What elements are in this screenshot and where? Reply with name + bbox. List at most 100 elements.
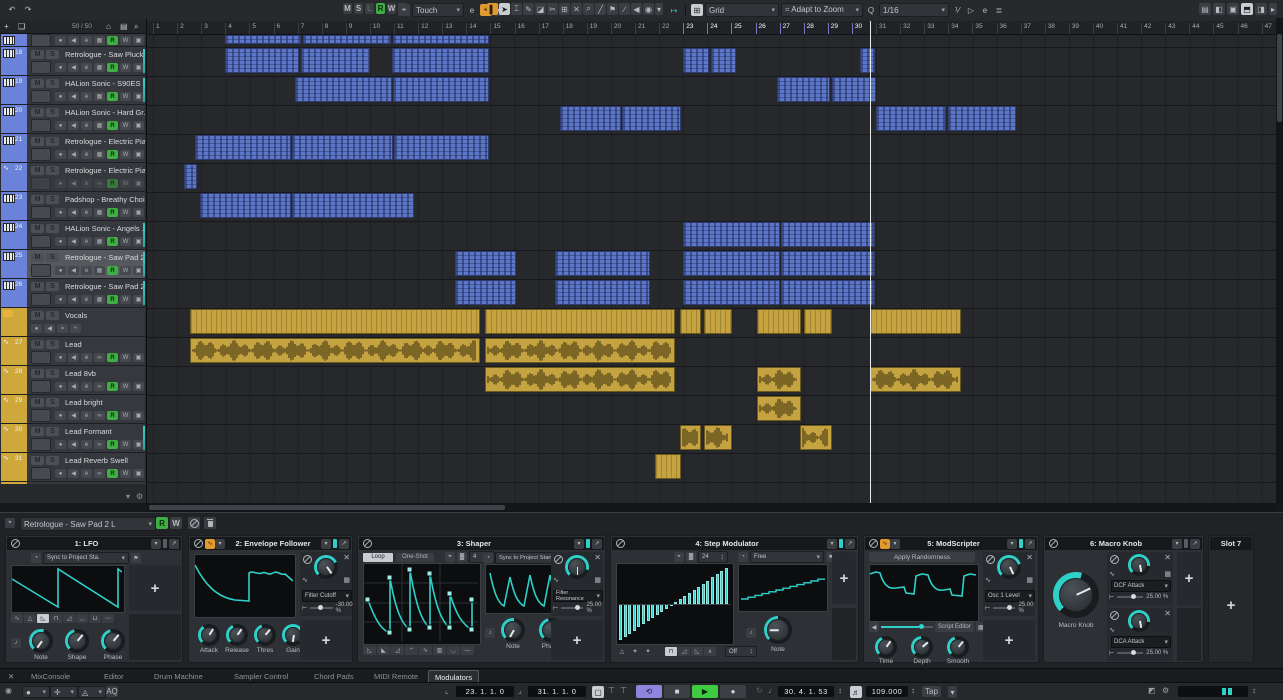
midi-clip[interactable] [777,77,830,102]
horizontal-scroll-thumb[interactable] [149,505,505,510]
shaper-shape-flat-button[interactable]: — [461,646,474,655]
mute-button[interactable]: M [31,282,44,291]
mk-dest1-curve-icon[interactable]: ∿ [1109,570,1115,578]
step-bar[interactable] [624,604,627,637]
midi-clip[interactable] [292,193,414,218]
folder-clip[interactable] [190,309,480,334]
ms-dest-meter-icon[interactable]: ▦ [1026,576,1033,584]
shaper-snap-icon[interactable]: ⌖ [445,552,455,562]
slot7-add-area[interactable]: + [1210,550,1252,661]
read-button[interactable]: R [107,353,118,362]
shaper-grid-icon[interactable]: ▓ [457,552,467,562]
combine-selection-tool-icon[interactable]: ▌ [487,3,498,15]
ef-attack-knob[interactable] [198,624,220,646]
mk-dest2-depth-slider[interactable]: ⊢25.00 % [1109,649,1168,657]
track-row-retrologue-saw-plucks-r[interactable]: 18MSRetrologue - Saw Plucks R●◀e▦RW▣ [1,47,145,76]
tempo-mode-arrow[interactable]: ▾ [948,686,957,698]
midi-clip[interactable] [195,135,291,160]
folder-clip[interactable] [704,309,732,334]
step-bar[interactable] [637,604,640,627]
read-button[interactable]: R [107,63,118,72]
read-button[interactable]: R [107,179,118,188]
macro-knob[interactable] [1053,572,1099,618]
shaper-shape-exp-button[interactable]: ◣ [377,646,390,655]
write-button[interactable]: W [120,440,131,449]
ms-dest-depth-knob[interactable] [997,555,1021,579]
stepmod-shape-tri-button[interactable]: ∧ [704,647,716,656]
modulator-menu-arrow[interactable]: ▾ [1007,539,1017,549]
record-enable-icon[interactable]: ● [55,36,66,45]
midi-clip[interactable] [622,106,681,131]
midi-clip[interactable] [683,48,709,73]
lfo-flag-icon[interactable]: ⚑ [131,553,141,563]
midi-clip[interactable] [393,77,489,102]
mute-button[interactable]: M [31,427,44,436]
midi-clip[interactable] [555,280,650,305]
monitor-icon[interactable]: ◀ [68,150,79,159]
punch-mode-select[interactable]: ✛▾ [50,686,78,698]
side-chain-arrow[interactable]: ▾ [215,539,225,549]
freeze-icon[interactable]: ▣ [133,469,144,478]
position-display[interactable]: 30. 4. 1. 53 [778,686,834,697]
ms-dest-curve-icon[interactable]: ∿ [985,576,991,584]
stepmod-snap-icon[interactable]: ⌖ [674,552,684,562]
shaper-shape-saw-button[interactable]: ◺ [363,646,376,655]
track-row-padshop-breathy-choir[interactable]: 23MSPadshop - Breathy Choir●◀e▦RW▣ [1,192,145,221]
edit-channel-icon[interactable]: e [81,92,92,101]
shaper-dest-bypass-icon[interactable] [554,555,563,564]
audio-clip[interactable] [680,425,701,450]
midi-clip[interactable] [394,135,489,160]
shaper-dest-meter-icon[interactable]: ▦ [594,576,601,584]
step-bar[interactable] [647,604,650,621]
read-button[interactable]: R [107,150,118,159]
lower-zone-tab-mixconsole[interactable]: MixConsole [25,670,76,682]
lfo-shape-pulse-button[interactable]: ⊔ [89,614,101,623]
left-zone-toggle-icon[interactable]: ◧ [1213,3,1225,15]
read-button[interactable]: R [107,208,118,217]
ef-dest-param-select[interactable]: Filter Cutoff▾ [302,590,352,602]
erase-tool-icon[interactable]: ◪ [535,3,546,15]
stepmod-bipolar-icon[interactable]: △ [616,647,628,656]
write-button[interactable]: W [120,411,131,420]
mk-dest2-bypass-icon[interactable] [1110,611,1119,620]
record-mode-select[interactable]: ●▾ [22,686,50,698]
modscripter-depth-knob[interactable] [911,636,933,658]
audio-alignment-icon[interactable]: ≣ [993,4,1005,16]
freeze-icon[interactable]: ▣ [133,208,144,217]
split-tool-icon[interactable]: ✂ [547,3,558,15]
record-enable-icon[interactable]: ● [55,208,66,217]
midi-clip[interactable] [292,135,393,160]
modulator-expand-icon[interactable]: ↗ [169,539,179,549]
channel-icon[interactable]: ∞ [94,469,105,478]
use-track-preset-icon[interactable]: ❏ [18,22,25,31]
edit-channel-icon[interactable]: e [81,36,92,45]
modulator-menu-arrow[interactable]: ▾ [1172,539,1182,549]
modulator-expand-icon[interactable]: ↗ [1190,539,1200,549]
lower-zone-active-icon[interactable]: ⬒ [1241,3,1253,15]
write-button[interactable]: W [120,353,131,362]
audio-clip[interactable] [800,425,832,450]
shaper-dest-curve-icon[interactable]: ∿ [553,576,559,584]
monitor-icon[interactable]: ◀ [68,469,79,478]
solo-button[interactable]: S [46,166,59,175]
shaper-shape-sine-button[interactable]: ∿ [419,646,432,655]
bypass-all-modulators-icon[interactable] [188,517,200,529]
track-filter-icon[interactable]: ⌂ [106,22,111,31]
step-bar[interactable] [651,604,654,618]
step-bar[interactable] [660,604,663,612]
track-row-retrologue-saw-pad-2-r[interactable]: 26MSRetrologue - Saw Pad 2 R●◀e▦RW▣ [1,279,145,308]
modulator-expand-icon[interactable]: ↗ [592,539,602,549]
solo-button[interactable]: S [46,369,59,378]
read-button[interactable]: R [107,411,118,420]
write-button[interactable]: W [120,92,131,101]
monitor-icon[interactable]: ◀ [44,324,55,333]
mute-button[interactable]: M [31,253,44,262]
solo-button[interactable]: S [46,108,59,117]
solo-button[interactable]: S [46,282,59,291]
horizontal-scrollbar[interactable] [147,503,1276,512]
left-locator-icon[interactable]: ⌞ [445,686,449,695]
record-enable-icon[interactable]: ● [55,411,66,420]
folder-clip[interactable] [757,309,801,334]
stepmod-shape-ramp-button[interactable]: ◿ [678,647,690,656]
read-button[interactable]: R [107,469,118,478]
